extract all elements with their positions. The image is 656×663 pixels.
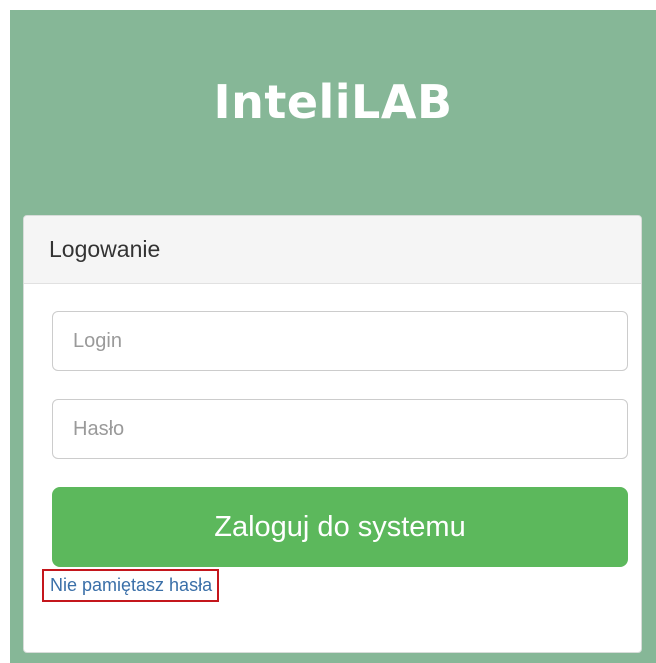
password-input[interactable] [52,399,628,459]
login-input[interactable] [52,311,628,371]
login-page-background: InteliLAB Logowanie Zaloguj do systemu N… [10,10,656,663]
login-panel-heading: Logowanie [24,216,641,284]
login-submit-button[interactable]: Zaloguj do systemu [52,487,628,567]
forgot-password-link[interactable]: Nie pamiętasz hasła [42,569,220,602]
app-logo-title: InteliLAB [213,75,453,129]
login-panel: Logowanie Zaloguj do systemu Nie pamięta… [23,215,642,653]
